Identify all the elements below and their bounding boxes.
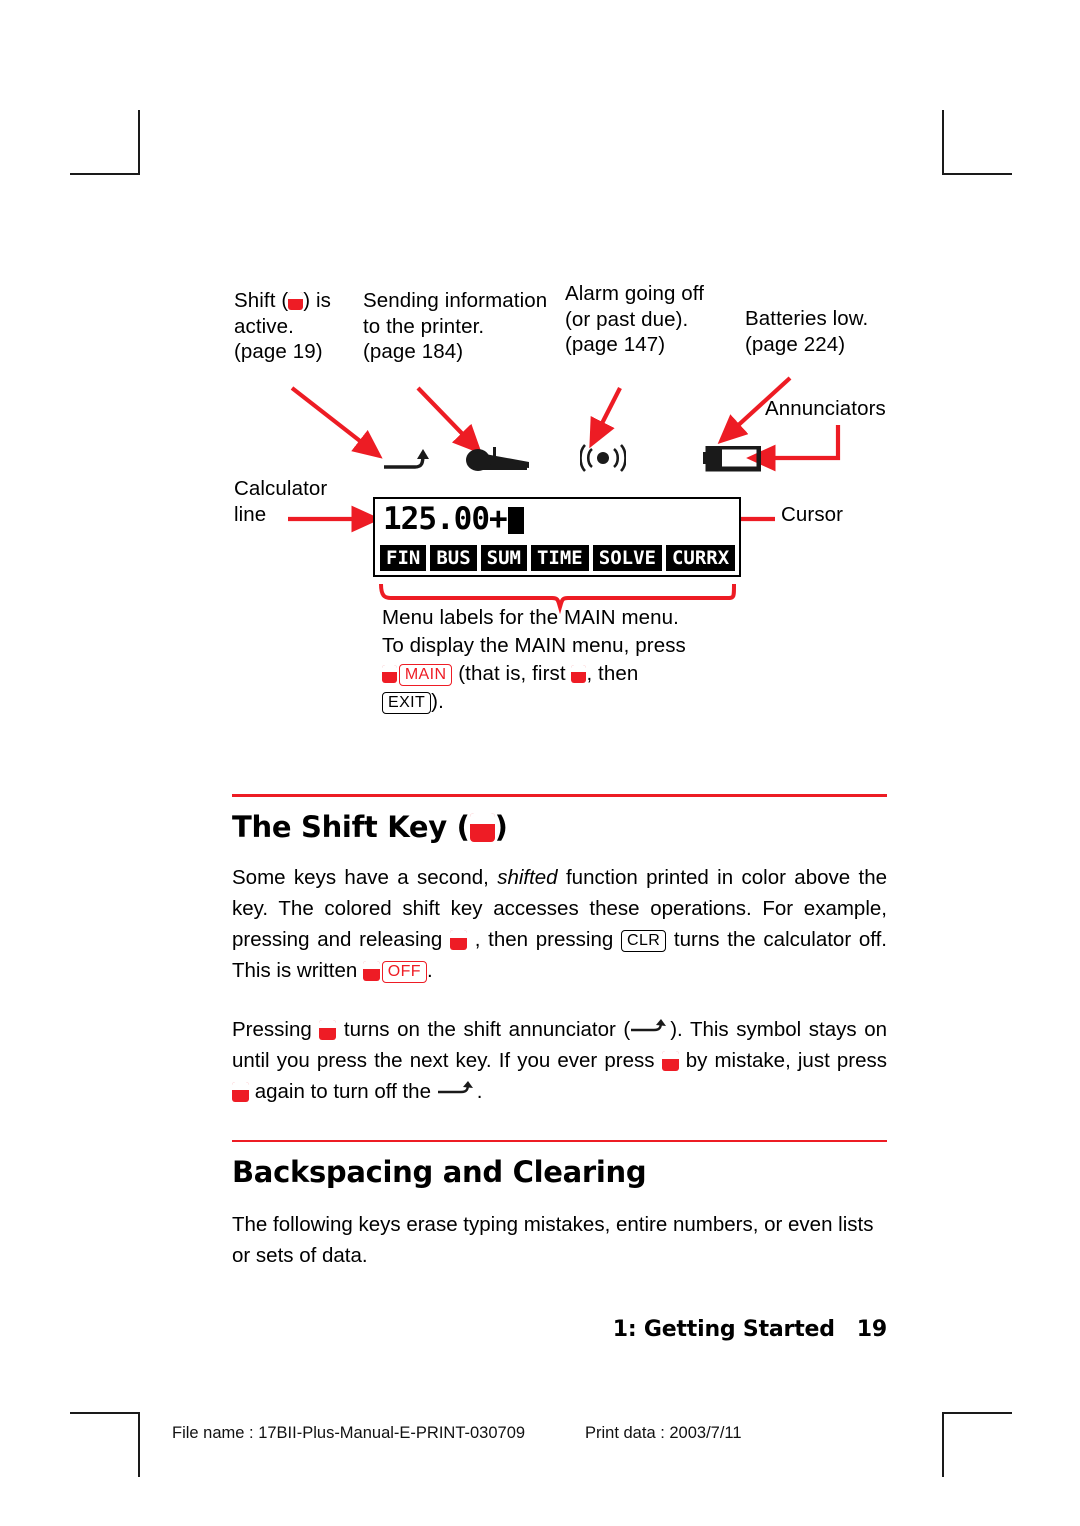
crop-mark-bottom-left: [70, 1412, 140, 1477]
shift-key-icon: [469, 812, 495, 842]
shift-key-icon: [232, 1081, 249, 1102]
shift-annunciator-icon: [437, 1080, 477, 1097]
section-rule: [232, 794, 887, 797]
page-title-backspacing: Backspacing and Clearing: [232, 1155, 647, 1189]
page-title-shift-key: The Shift Key (): [232, 810, 887, 844]
para2-b: turns on the shift annunciator (: [343, 1017, 631, 1041]
para1-e: .: [426, 958, 433, 982]
shift-annunciator-icon: [630, 1018, 670, 1035]
shift-key-icon: [363, 960, 381, 981]
chapter-footer-title: 1: Getting Started: [612, 1317, 835, 1342]
paragraph-shift-2: Pressing turns on the shift annunciator …: [232, 1014, 887, 1107]
shift-key-icon: [319, 1019, 337, 1040]
heading-shift-pre: The Shift Key (: [232, 809, 470, 844]
off-key-cap[interactable]: OFF: [381, 960, 427, 983]
crop-mark-bottom-right: [940, 1412, 1012, 1477]
section-rule: [232, 1139, 887, 1142]
heading-shift-post: ): [494, 809, 508, 844]
para1-c: , then pressing: [474, 927, 614, 951]
para2-f: .: [476, 1079, 483, 1103]
chapter-footer: 1: Getting Started 19: [0, 1317, 887, 1342]
shift-key-icon: [450, 929, 468, 950]
para2-d: by mistake, just press: [685, 1048, 887, 1072]
page-content: The Shift Key () Some keys have a second…: [232, 0, 887, 1271]
para2-e: again to turn off the: [254, 1079, 431, 1103]
print-data-text: Print data : 2003/7/11: [585, 1424, 742, 1442]
file-name-text: File name : 17BII-Plus-Manual-E-PRINT-03…: [172, 1424, 526, 1442]
clr-key-cap[interactable]: CLR: [620, 929, 667, 952]
shift-key-icon: [661, 1050, 679, 1071]
para1-italic: shifted: [497, 865, 558, 889]
page-number: 19: [856, 1317, 887, 1342]
paragraph-shift-1: Some keys have a second, shifted functio…: [232, 862, 887, 986]
para2-a: Pressing: [232, 1017, 312, 1041]
paragraph-backspacing: The following keys erase typing mistakes…: [232, 1213, 874, 1267]
para1-a: Some keys have a second,: [232, 865, 489, 889]
